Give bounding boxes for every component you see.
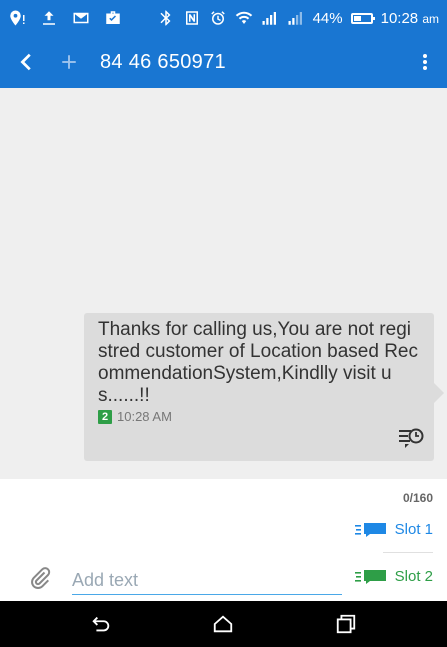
send-slot1-button[interactable]: Slot 1 <box>354 521 433 538</box>
add-recipient-button[interactable] <box>54 36 84 88</box>
send-slot2-button[interactable]: Slot 2 <box>354 568 433 585</box>
status-notifications <box>8 9 122 27</box>
message-input[interactable] <box>72 567 342 595</box>
clock-time: 10:28 <box>380 9 419 27</box>
sim-badge: 2 <box>98 409 112 424</box>
navigation-bar <box>0 601 447 647</box>
battery-icon <box>350 12 375 24</box>
plus-icon <box>62 55 76 69</box>
clock-ampm: am <box>422 11 439 26</box>
nfc-icon <box>183 9 201 27</box>
send-slot2-icon <box>354 569 386 584</box>
status-bar: 44% 10:28 am <box>0 0 447 36</box>
nav-back-icon <box>92 616 110 632</box>
more-vert-icon <box>423 52 427 72</box>
app-bar: 84 46 650971 <box>0 36 447 88</box>
contact-number[interactable]: 84 46 650971 <box>100 51 226 74</box>
upload-icon <box>40 9 58 27</box>
paperclip-icon <box>31 567 51 589</box>
nav-home-button[interactable] <box>203 604 243 644</box>
wifi-icon <box>235 9 253 27</box>
battery-level <box>353 15 361 21</box>
nav-recents-icon <box>336 614 355 634</box>
alarm-icon <box>209 9 227 27</box>
gmail-icon <box>72 9 90 27</box>
message-text: Thanks for calling us,You are not regist… <box>98 319 419 406</box>
character-counter: 0/160 <box>402 491 433 505</box>
slot-divider <box>383 552 433 553</box>
message-bubble[interactable]: Thanks for calling us,You are not regist… <box>84 313 444 461</box>
nav-back-button[interactable] <box>81 604 121 644</box>
back-arrow-icon <box>20 53 31 71</box>
message-time: 10:28 AM <box>117 409 172 424</box>
bluetooth-icon <box>157 9 175 27</box>
message-meta: 2 10:28 AM <box>98 409 420 424</box>
slot2-label: Slot 2 <box>394 568 433 585</box>
overflow-menu-button[interactable] <box>403 36 447 88</box>
nav-recents-button[interactable] <box>326 604 366 644</box>
slot1-label: Slot 1 <box>394 521 433 538</box>
battery-percent: 44% <box>312 9 343 27</box>
signal-sim2-icon <box>287 9 305 27</box>
status-system: 44% 10:28 am <box>157 9 439 27</box>
send-slot1-icon <box>354 522 386 537</box>
clock: 10:28 am <box>381 10 439 27</box>
nav-home-icon <box>214 615 233 633</box>
back-button[interactable] <box>0 36 54 88</box>
scheduled-message-icon <box>398 427 424 449</box>
attach-button[interactable] <box>28 566 52 590</box>
location-alert-icon <box>8 9 26 27</box>
compose-area: 0/160 Slot 1 Slot 2 <box>0 479 447 601</box>
briefcase-check-icon <box>104 9 122 27</box>
signal-sim1-icon <box>261 9 279 27</box>
conversation-area[interactable]: Thanks for calling us,You are not regist… <box>0 88 447 479</box>
